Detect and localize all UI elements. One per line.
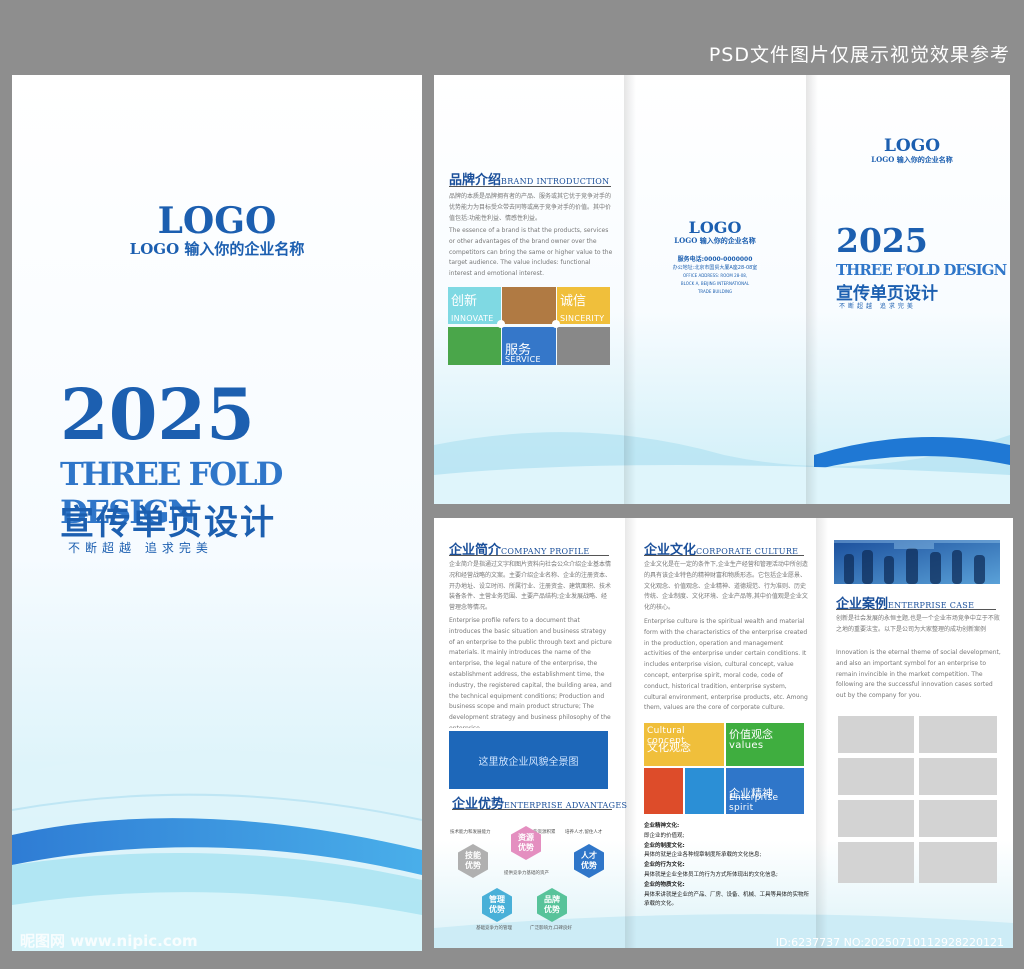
fold-shade <box>816 518 828 948</box>
front-fold-title: THREE FOLD DESIGN <box>836 261 1007 279</box>
case-image-placeholder <box>838 800 914 837</box>
divider <box>644 555 804 556</box>
culture-text-cn: 企业文化是在一定的条件下,企业生产经营和管理活动中所创造的具有该企业特色的精神财… <box>644 561 808 612</box>
case-image-placeholder <box>919 800 997 837</box>
adv-note: 基础竞争力的管理 <box>476 926 512 931</box>
back-company-name: LOGO 输入你的企业名称 <box>674 236 756 245</box>
back-address-cn: 办公地址:北京市国贸大厦A座28-08室 <box>672 265 758 271</box>
culture-tile-spirit: 企业精神 Enterprise spirit <box>726 768 804 814</box>
cases-text-en: Innovation is the eternal theme of socia… <box>836 649 1001 700</box>
back-address-en: OFFICE ADDRESS: ROOM 28-08, BLOCK A, BEI… <box>680 273 750 294</box>
divider <box>449 186 611 187</box>
back-phone: 服务电话:0000-0000000 <box>677 256 753 263</box>
case-team-photo <box>834 540 1000 584</box>
inner-spread: 企业简介COMPANY PROFILE 企业简介是指通过文字和图片资料向社会公众… <box>434 518 1013 948</box>
image-id: ID:6237737 NO:20250710112928220121 <box>775 936 1004 949</box>
culture-tile <box>685 768 724 814</box>
front-company-name: LOGO 输入你的企业名称 <box>871 155 953 164</box>
cover-year: 2025 <box>60 373 255 456</box>
preview-note: PSD文件图片仅展示视觉效果参考 <box>708 44 1010 66</box>
cover-slogan: 不断超越 追求完美 <box>68 541 213 555</box>
divider <box>836 609 996 610</box>
brand-tile <box>448 327 501 365</box>
front-logo: LOGO <box>883 136 941 156</box>
site-watermark: 昵图网 www.nipic.com <box>20 932 198 950</box>
culture-tile <box>644 768 683 814</box>
adv-note: 提供竞争力基础的资产 <box>504 871 549 876</box>
case-image-placeholder <box>838 842 914 883</box>
tile-joint-dot <box>552 320 560 328</box>
cover-logo: LOGO <box>157 200 277 242</box>
brand-text-en: The essence of a brand is that the produ… <box>449 227 613 278</box>
cover-page: LOGO LOGO 输入你的企业名称 2025 THREE FOLD DESIG… <box>12 75 422 951</box>
case-image-placeholder <box>838 758 914 795</box>
case-image-placeholder <box>919 842 997 883</box>
fold-shade <box>625 518 637 948</box>
brand-text-cn: 品牌的本质是品牌拥有者的产品、服务或其它优于竞争对手的优势能力为目标受众带去同等… <box>449 193 612 222</box>
brand-tile <box>502 287 556 324</box>
brand-tile-sincerity: 诚信 SINCERITY <box>557 287 610 324</box>
case-image-placeholder <box>919 758 997 795</box>
brand-tile <box>557 327 610 365</box>
brand-tile-innovate: 创新 INNOVATE <box>448 287 501 324</box>
front-year: 2025 <box>836 221 928 260</box>
brand-tile-service: 服务 SERVICE <box>502 327 556 365</box>
case-image-placeholder <box>919 716 997 753</box>
outer-spread: 品牌介绍BRAND INTRODUCTION 品牌的本质是品牌拥有者的产品、服务… <box>434 75 1010 504</box>
profile-text-cn: 企业简介是指通过文字和图片资料向社会公众介绍企业基本情况和经营战略的文案。主要介… <box>449 561 612 612</box>
culture-list: 企业精神文化: 即企业的价值观; 企业的制度文化: 具体的就是企业各种规章制度所… <box>644 823 810 908</box>
case-image-placeholder <box>838 716 914 753</box>
profile-text-en: Enterprise profile refers to a document … <box>449 617 612 728</box>
profile-image-placeholder: 这里放企业风貌全景图 <box>449 731 608 789</box>
culture-tile-values: 价值观念 values <box>726 723 804 766</box>
adv-note: 技术能力和发展能力 <box>450 830 491 835</box>
adv-note: 培养人才,留住人才 <box>565 830 603 835</box>
cover-company-name: LOGO 输入你的企业名称 <box>129 240 305 258</box>
divider <box>452 809 612 810</box>
back-logo: LOGO <box>688 218 742 237</box>
front-slogan: 不断超越 追求完美 <box>839 303 916 310</box>
cover-cn-title: 宣传单页设计 <box>60 503 276 543</box>
tile-joint-dot <box>497 320 505 328</box>
cases-text-cn: 创新是社会发展的永恒主题,也是一个企业市场竞争中立于不败之地的重要法宝。以下是公… <box>836 615 1000 633</box>
culture-tile-concept: Cultural concept 文化观念 <box>644 723 724 766</box>
culture-text-en: Enterprise culture is the spiritual weal… <box>644 618 808 712</box>
adv-note: 广泛影响力,口碑良好 <box>530 926 572 931</box>
divider <box>449 555 609 556</box>
